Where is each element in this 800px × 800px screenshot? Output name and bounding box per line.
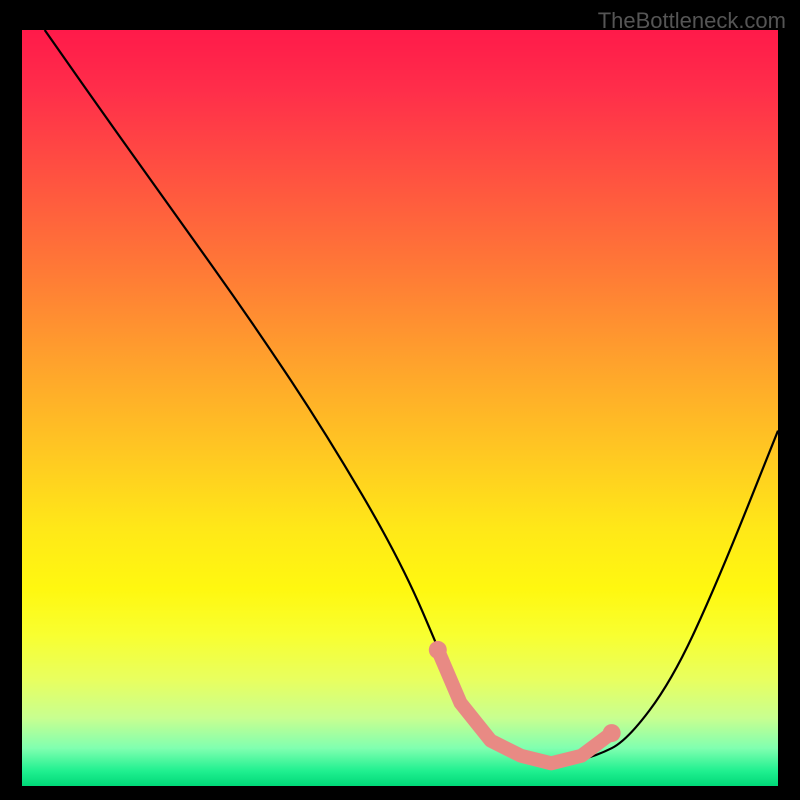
plot-area xyxy=(22,30,778,786)
optimal-zone-highlight xyxy=(438,650,612,763)
highlight-endpoint xyxy=(603,724,621,742)
watermark-text: TheBottleneck.com xyxy=(598,8,786,34)
chart-svg xyxy=(22,30,778,786)
bottleneck-curve xyxy=(45,30,778,763)
highlight-endpoint xyxy=(429,641,447,659)
